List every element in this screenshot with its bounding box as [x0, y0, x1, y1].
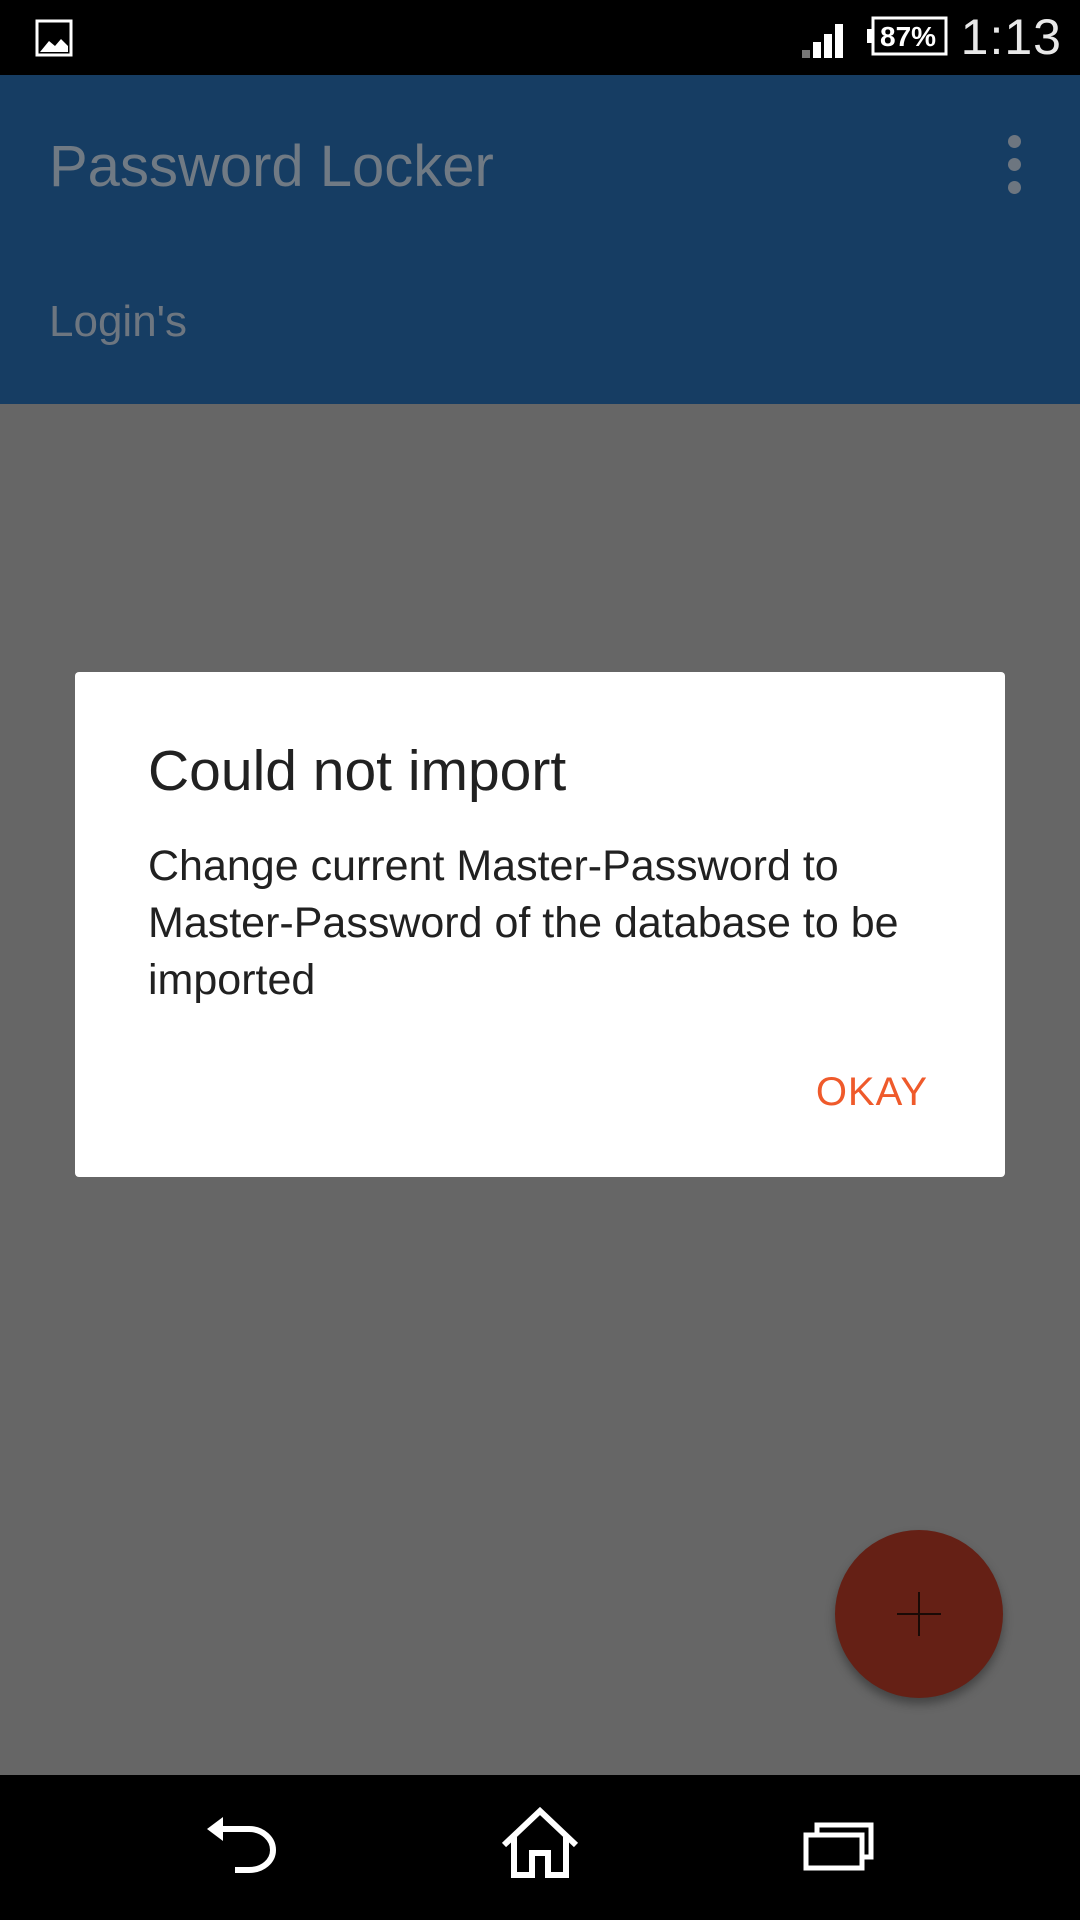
add-button[interactable] [835, 1530, 1003, 1698]
clock: 1:13 [960, 9, 1062, 65]
import-error-dialog: Could not import Change current Master-P… [75, 672, 1005, 1177]
battery-icon: 87% [867, 16, 949, 56]
battery-percent: 87% [880, 21, 937, 52]
navigation-bar [0, 1775, 1080, 1920]
overflow-menu-icon[interactable] [1000, 135, 1028, 195]
status-bar: 87% 1:13 [0, 0, 1080, 75]
back-icon[interactable] [205, 1815, 277, 1875]
image-icon [35, 19, 73, 57]
app-bar: Password Locker Login's [0, 75, 1080, 404]
tab-logins[interactable]: Login's [49, 297, 187, 347]
recents-icon[interactable] [803, 1821, 875, 1871]
okay-button[interactable]: OKAY [816, 1070, 928, 1115]
home-icon[interactable] [500, 1807, 580, 1879]
app-title: Password Locker [49, 134, 494, 199]
dialog-message: Change current Master-Password to Master… [148, 842, 899, 1004]
dialog-title: Could not import [148, 739, 567, 803]
signal-icon [802, 24, 843, 58]
